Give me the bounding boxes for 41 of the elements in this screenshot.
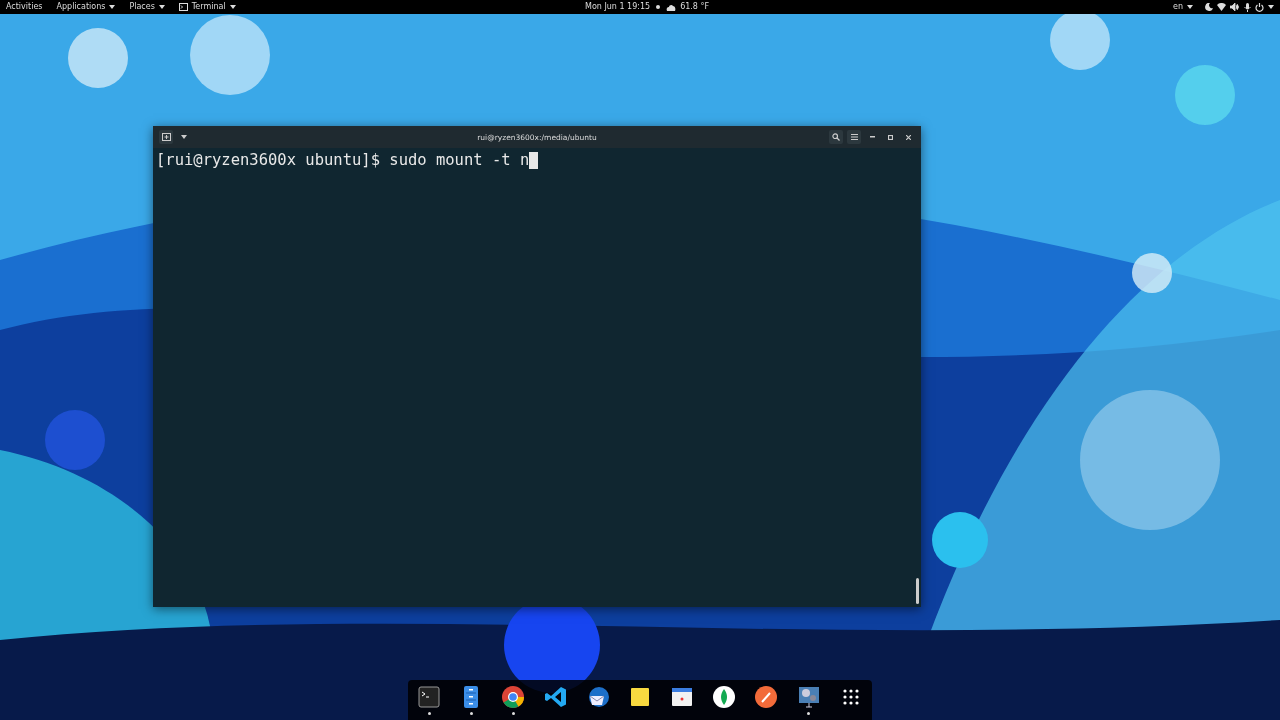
dot-icon [656,5,661,9]
menu-icon [850,134,858,140]
postman-app-icon[interactable] [754,685,779,709]
leaf-app-icon[interactable] [712,685,737,709]
calendar-app-icon[interactable] [670,685,695,709]
caret-icon [158,5,165,9]
language-selector[interactable]: en [1173,1,1193,13]
caret-icon [1268,5,1274,9]
terminal-icon [178,3,188,11]
wifi-icon [1217,3,1226,11]
new-tab-icon [161,133,171,141]
terminal-app-icon[interactable] [417,685,442,709]
search-button[interactable] [829,130,843,144]
new-tab-button[interactable] [159,130,173,144]
maximize-icon [887,134,893,140]
code-app-icon[interactable] [543,685,568,709]
activities-button[interactable]: Activities [6,1,43,13]
speaker-icon [1230,3,1240,11]
text-cursor [529,151,539,169]
close-icon [905,134,911,140]
menu-button[interactable]: Terminal [178,1,236,13]
menu-button[interactable]: Applications [56,1,116,13]
clock[interactable]: Mon Jun 1 19:15 [585,1,651,13]
system-menu[interactable] [1205,2,1274,12]
caret-icon [109,5,116,9]
cloud-icon [666,3,677,11]
scrollbar[interactable] [916,578,919,604]
caret-icon [181,135,187,139]
menu-button[interactable] [847,130,861,144]
weather-indicator[interactable]: 61.8 °F [666,1,710,13]
menu-button[interactable]: Places [129,1,165,13]
moon-icon [1205,3,1213,11]
microphone-icon [1244,2,1251,12]
command-line: [rui@ryzen3600x ubuntu]$ sudo mount -t n [156,150,530,170]
caret-icon [229,5,236,9]
minimize-icon [869,136,875,138]
search-icon [832,133,840,141]
caret-icon [1187,5,1193,9]
display-app-icon[interactable] [796,685,821,709]
chrome-app-icon[interactable] [501,685,526,709]
power-icon [1255,2,1264,12]
